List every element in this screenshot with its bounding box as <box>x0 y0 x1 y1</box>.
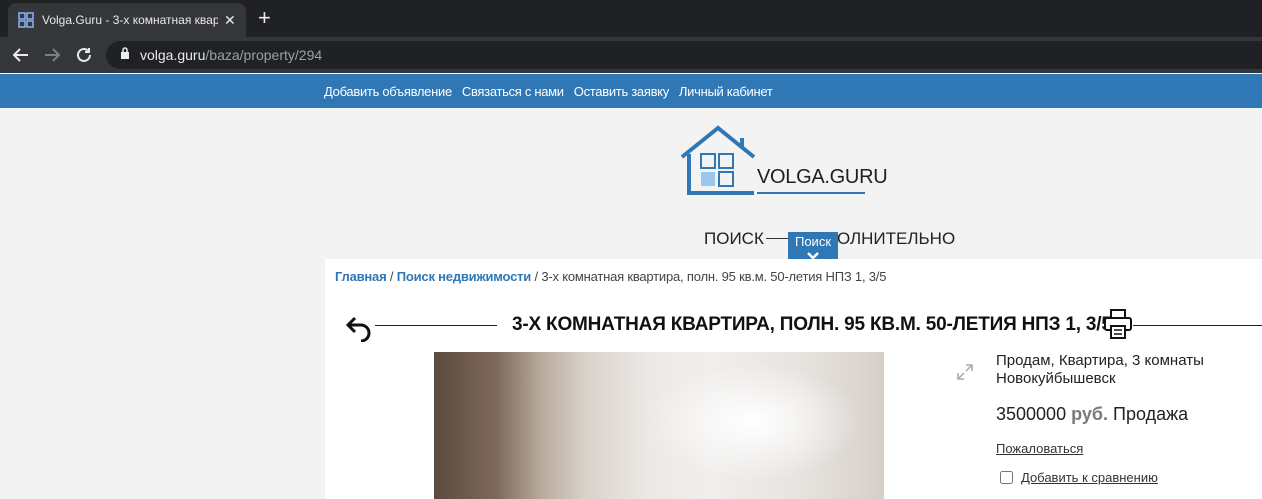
page-title: 3-Х КОМНАТНАЯ КВАРТИРА, ПОЛН. 95 КВ.М. 5… <box>512 314 1112 335</box>
compare-checkbox[interactable] <box>1000 471 1013 484</box>
breadcrumb-home[interactable]: Главная <box>335 269 387 284</box>
site-top-nav: Добавить объявление Связаться с нами Ост… <box>0 74 1262 108</box>
property-photo[interactable] <box>434 352 884 499</box>
browser-tab[interactable]: Volga.Guru - 3-х комнатная квар ✕ <box>8 3 246 37</box>
logo-underline <box>757 192 865 194</box>
site-favicon-icon <box>18 12 34 28</box>
breadcrumb-search[interactable]: Поиск недвижимости <box>397 269 532 284</box>
close-tab-icon[interactable]: ✕ <box>224 12 236 29</box>
reload-icon[interactable] <box>73 44 95 66</box>
menu-divider <box>766 238 790 239</box>
listing-type: Продам, Квартира, 3 комнаты <box>996 352 1204 369</box>
back-arrow-icon[interactable] <box>10 44 32 66</box>
back-arrow-icon[interactable] <box>345 314 373 347</box>
breadcrumb-current: 3-х комнатная квартира, полн. 95 кв.м. 5… <box>541 269 887 284</box>
deal-type: Продажа <box>1113 404 1189 424</box>
forward-arrow-icon[interactable] <box>41 44 63 66</box>
compare-row: Добавить к сравнению <box>996 470 1262 485</box>
listing-info: Продам, Квартира, 3 комнаты Новокуйбышев… <box>996 352 1262 485</box>
browser-tab-bar: Volga.Guru - 3-х комнатная квар ✕ + <box>0 0 1262 37</box>
breadcrumb-separator: / <box>386 269 397 284</box>
url-host: volga.guru <box>140 47 206 63</box>
address-bar[interactable]: volga.guru /baza/property/294 <box>106 41 1262 69</box>
nav-add-listing[interactable]: Добавить объявление <box>324 84 452 99</box>
title-divider-left <box>375 325 497 326</box>
breadcrumb-separator: / <box>531 269 542 284</box>
menu-search[interactable]: ПОИСК <box>704 229 764 249</box>
expand-icon[interactable] <box>955 362 975 387</box>
nav-leave-request[interactable]: Оставить заявку <box>574 84 669 99</box>
price-currency: руб. <box>1071 404 1108 424</box>
title-divider-right <box>1133 325 1262 326</box>
new-tab-icon[interactable]: + <box>258 7 271 29</box>
url-path: /baza/property/294 <box>205 47 323 63</box>
browser-toolbar: volga.guru /baza/property/294 <box>0 37 1262 73</box>
complain-link[interactable]: Пожаловаться <box>996 441 1262 456</box>
price-row: 3500000 руб. Продажа <box>996 404 1262 425</box>
listing-city: Новокуйбышевск <box>996 370 1116 387</box>
price-value: 3500000 <box>996 404 1067 424</box>
nav-contact-us[interactable]: Связаться с нами <box>462 84 564 99</box>
tab-title: Volga.Guru - 3-х комнатная квар <box>42 13 218 27</box>
main-content: Главная / Поиск недвижимости / 3-х комна… <box>325 259 1262 499</box>
photo-highlight <box>644 362 864 482</box>
site-logo[interactable] <box>678 124 758 203</box>
search-toggle-label: Поиск <box>794 234 832 249</box>
printer-icon[interactable] <box>1103 308 1133 345</box>
nav-account[interactable]: Личный кабинет <box>679 84 773 99</box>
house-logo-icon <box>680 125 756 195</box>
compare-label[interactable]: Добавить к сравнению <box>1021 470 1158 485</box>
lock-icon[interactable] <box>120 46 130 64</box>
logo-text: VOLGA.GURU <box>757 166 888 188</box>
breadcrumb: Главная / Поиск недвижимости / 3-х комна… <box>335 269 886 284</box>
